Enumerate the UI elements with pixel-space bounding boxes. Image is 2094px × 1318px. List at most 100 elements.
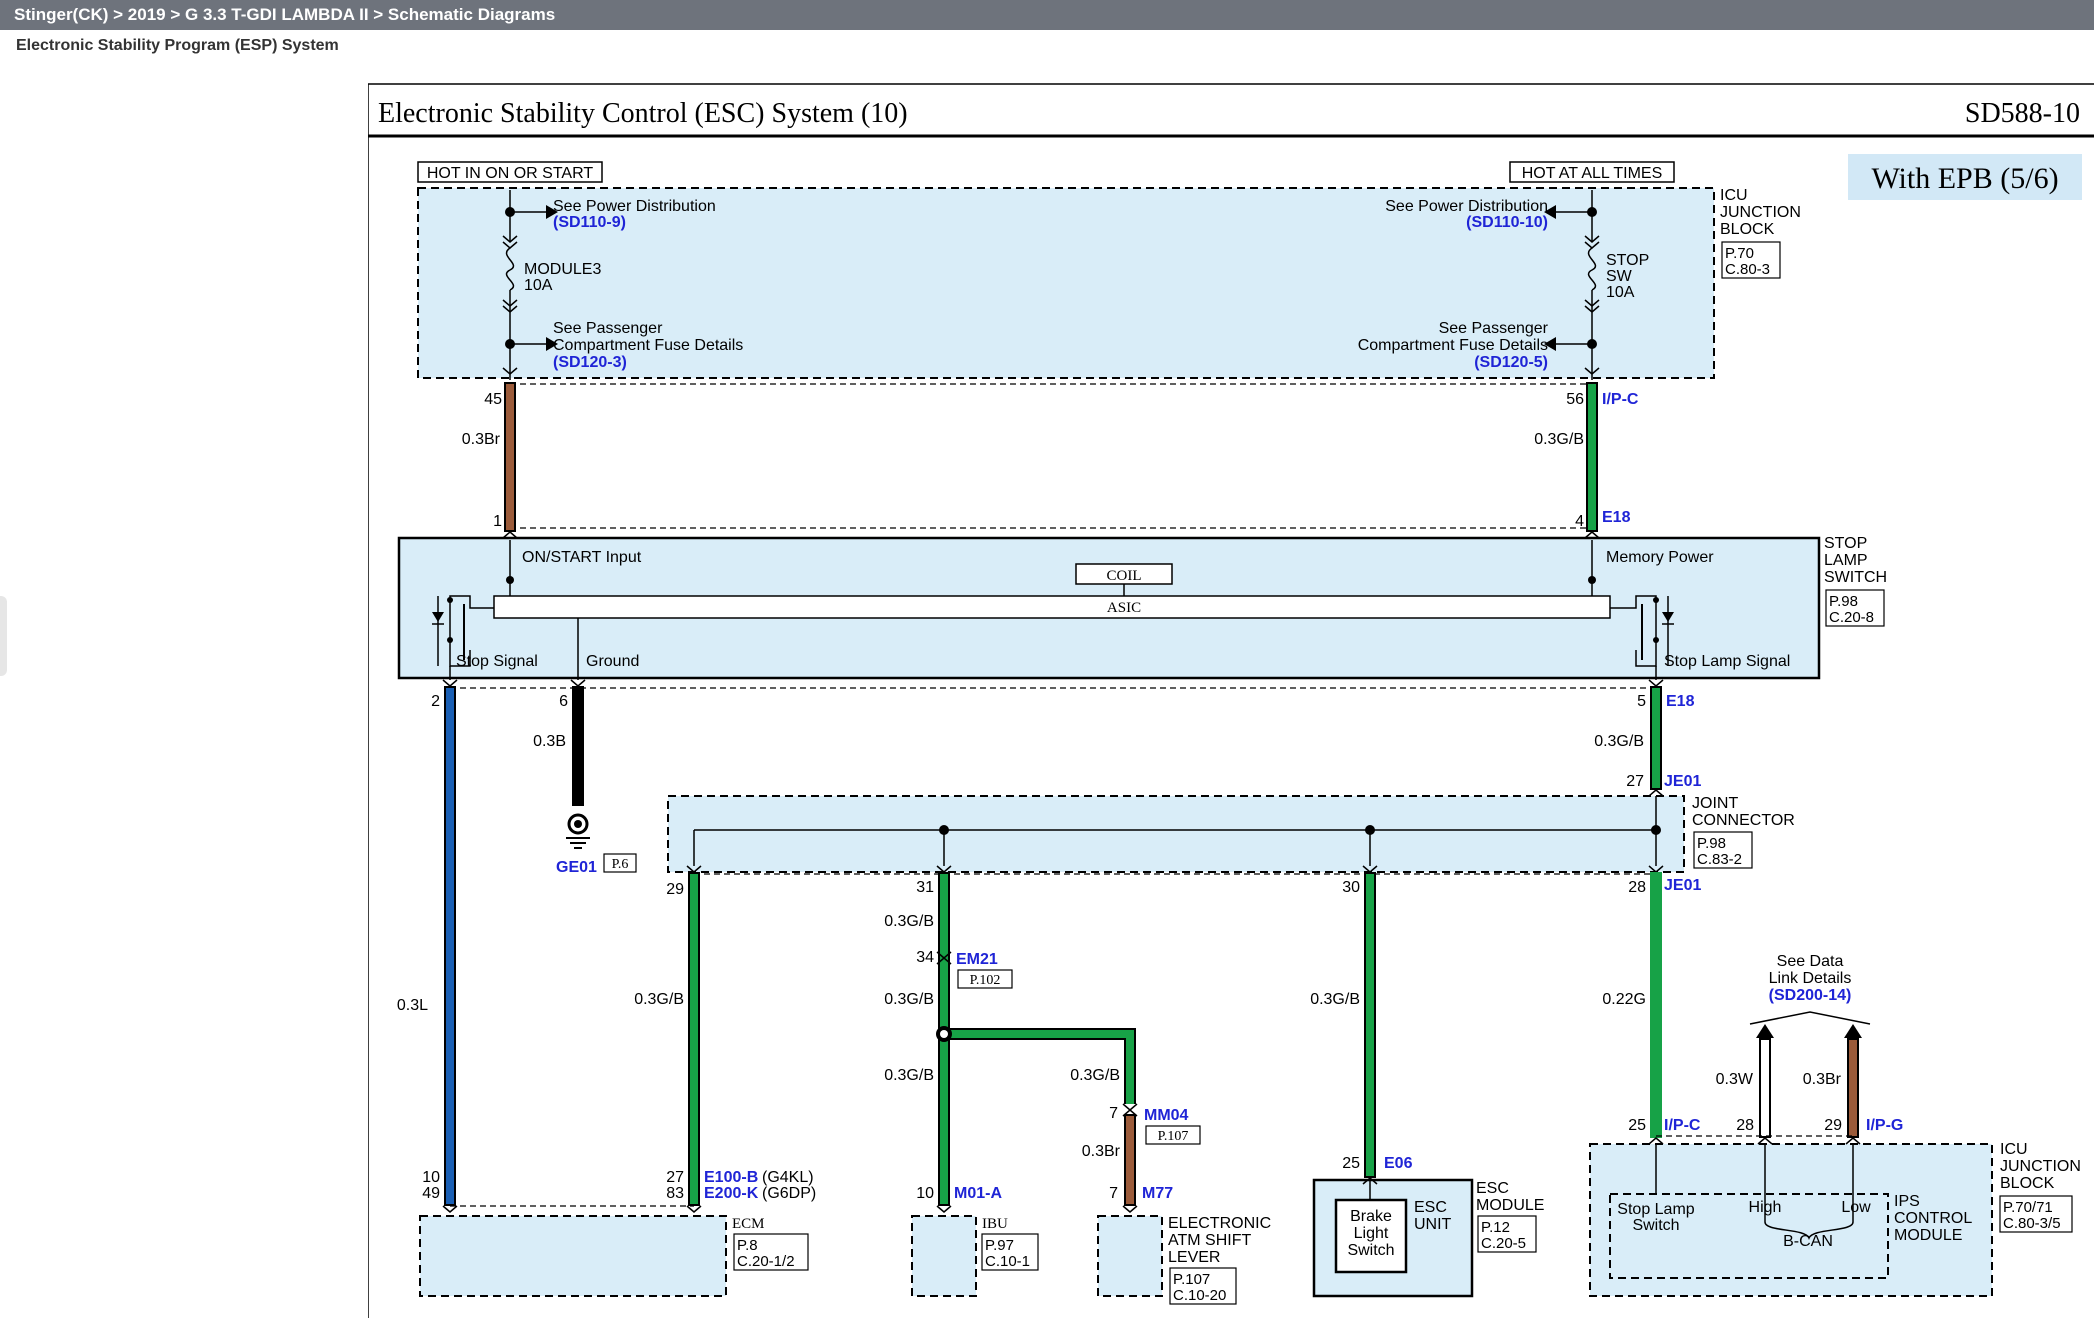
brake-label-2: Light <box>1354 1225 1389 1242</box>
connector-label[interactable]: E06 <box>1384 1155 1413 1172</box>
em21-ref: P.102 <box>970 973 1001 988</box>
fuse-label-left-1: MODULE3 <box>524 261 601 278</box>
pin-label: 10 <box>916 1185 934 1202</box>
atm-label-3: LEVER <box>1168 1249 1220 1266</box>
wire-label: 0.3G/B <box>884 991 934 1008</box>
coil-label: COIL <box>1107 568 1142 584</box>
connector-label[interactable]: E18 <box>1666 693 1695 710</box>
asic-label: ASIC <box>1107 600 1141 616</box>
icu-label-1: ICU <box>1720 187 1748 204</box>
atm-shift-lever-module <box>1097 1215 1163 1297</box>
stop-lamp-switch-label-1: STOP <box>1824 535 1867 552</box>
connector-label[interactable]: JE01 <box>1664 877 1701 894</box>
engine-label: (G6DP) <box>762 1185 816 1202</box>
pin-label: 30 <box>1342 879 1360 896</box>
fuse-label-right-1: STOP <box>1606 252 1649 269</box>
ref-link-left-2[interactable]: (SD120-3) <box>553 354 627 371</box>
wire-label: 0.22G <box>1602 991 1646 1008</box>
connector-label[interactable]: I/P-C <box>1664 1117 1701 1134</box>
breadcrumb[interactable]: Stinger(CK) > 2019 > G 3.3 T-GDI LAMBDA … <box>14 0 555 30</box>
icu-label-3: BLOCK <box>1720 221 1775 238</box>
arrow-up-icon <box>1844 1024 1862 1038</box>
esc-module-label-2: MODULE <box>1476 1197 1544 1214</box>
connector-label[interactable]: M01-A <box>954 1185 1002 1202</box>
connector-label[interactable]: EM21 <box>956 951 998 968</box>
pin-label: 31 <box>916 879 934 896</box>
diagram-title: Electronic Stability Control (ESC) Syste… <box>378 98 908 129</box>
connector-label[interactable]: E200-K <box>704 1185 759 1202</box>
wire-label: 0.3W <box>1716 1071 1754 1088</box>
pin-label: 7 <box>1109 1105 1118 1122</box>
stop-signal-label: Stop Signal <box>456 653 538 670</box>
wire-0.3b <box>572 686 584 806</box>
connector-label[interactable]: I/P-G <box>1866 1117 1903 1134</box>
ref-c: C.10-20 <box>1173 1287 1226 1304</box>
connector-label[interactable]: I/P-C <box>1602 391 1639 408</box>
see-power-left: See Power Distribution <box>553 198 716 215</box>
wire-label: 0.3G/B <box>1534 431 1584 448</box>
wire-label: 0.3G/B <box>884 913 934 930</box>
ecm-label: ECM <box>732 1216 765 1232</box>
ips-label-1: IPS <box>1894 1193 1920 1210</box>
atm-label-1: ELECTRONIC <box>1168 1215 1271 1232</box>
ref-p: P.8 <box>737 1237 758 1254</box>
see-passenger-left-a: See Passenger <box>553 320 663 337</box>
engine-label: (G4KL) <box>762 1169 814 1186</box>
variant-label: With EPB (5/6) <box>1871 162 2058 195</box>
ips-label-3: MODULE <box>1894 1227 1962 1244</box>
wire-label: 0.3L <box>397 997 428 1014</box>
ref-p: P.98 <box>1697 835 1726 852</box>
pin-label: 56 <box>1566 391 1584 408</box>
wire-0.22g <box>1650 872 1662 1138</box>
joint-label-1: JOINT <box>1692 795 1738 812</box>
connector-label[interactable]: E100-B <box>704 1169 758 1186</box>
ref-p: P.70/71 <box>2003 1199 2053 1216</box>
ref-link-right-1[interactable]: (SD110-10) <box>1466 214 1548 231</box>
arrow-up-icon <box>1756 1024 1774 1038</box>
esc-unit-label-1: ESC <box>1414 1199 1447 1216</box>
pin-label: 4 <box>1575 513 1584 530</box>
joint-label-2: CONNECTOR <box>1692 812 1795 829</box>
pin-label: 27 <box>666 1169 684 1186</box>
can-high-label: High <box>1749 1199 1782 1216</box>
connector-label[interactable]: E18 <box>1602 509 1631 526</box>
icu-label-2: JUNCTION <box>1720 204 1801 221</box>
hot-label-left: HOT IN ON OR START <box>427 165 593 182</box>
pin-label: 1 <box>493 513 502 530</box>
wire-label: 0.3G/B <box>1310 991 1360 1008</box>
connector-label[interactable]: M77 <box>1142 1185 1173 1202</box>
icu-ref-c: C.80-3 <box>1725 261 1770 278</box>
wire-label: 0.3Br <box>1803 1071 1842 1088</box>
wire-label: 0.3G/B <box>1070 1067 1120 1084</box>
ref-c: C.83-2 <box>1697 851 1742 868</box>
wire-label: 0.3Br <box>1082 1143 1121 1160</box>
ref-link-right-2[interactable]: (SD120-5) <box>1474 354 1548 371</box>
brake-label-3: Switch <box>1347 1242 1394 1259</box>
pin-label: 5 <box>1637 693 1646 710</box>
ref-link-left-1[interactable]: (SD110-9) <box>553 214 626 231</box>
pin-label: 28 <box>1736 1117 1754 1134</box>
see-passenger-right-a: See Passenger <box>1439 320 1549 337</box>
ecm-module <box>419 1215 727 1297</box>
data-link-label-1: See Data <box>1777 953 1844 970</box>
ground-ref: P.6 <box>612 857 629 872</box>
ground-label: Ground <box>586 653 639 670</box>
icu-ref-p: P.70 <box>1725 245 1754 262</box>
ref-c: C.10-1 <box>985 1253 1030 1270</box>
side-scroll-tab[interactable] <box>0 596 7 676</box>
data-link-label-2: Link Details <box>1769 970 1852 987</box>
connector-label[interactable]: GE01 <box>556 859 597 876</box>
on-start-input-label: ON/START Input <box>522 549 642 566</box>
pin-label: 2 <box>431 693 440 710</box>
pin-label: 28 <box>1628 879 1646 896</box>
ips-stop-lamp-label-2: Switch <box>1632 1217 1679 1234</box>
pin-label: 7 <box>1109 1185 1118 1202</box>
fuse-label-right-3: 10A <box>1606 284 1635 301</box>
fuse-label-right-2: SW <box>1606 268 1633 285</box>
pin-label: 10 <box>422 1169 440 1186</box>
see-passenger-right-b: Compartment Fuse Details <box>1358 337 1548 354</box>
data-link-ref[interactable]: (SD200-14) <box>1769 987 1852 1004</box>
connector-label[interactable]: JE01 <box>1664 773 1701 790</box>
ibu-label: IBU <box>982 1216 1008 1232</box>
connector-label[interactable]: MM04 <box>1144 1107 1189 1124</box>
